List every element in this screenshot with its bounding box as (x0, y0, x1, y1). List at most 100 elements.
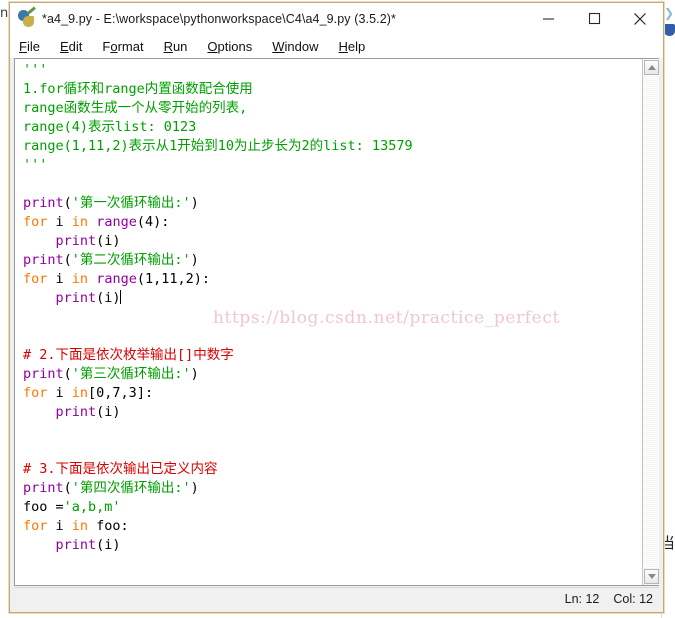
code-line: # 3.下面是依次输出已定义内容 (23, 460, 642, 479)
close-button[interactable] (617, 3, 663, 34)
desktop-chevron-icon: ❯ (663, 6, 674, 20)
code-token: range (96, 214, 137, 230)
scroll-down-button[interactable] (644, 569, 659, 584)
code-token: ( (63, 252, 72, 268)
code-token: (1,11,2): (136, 271, 210, 287)
code-token: i (47, 214, 72, 230)
code-line: 1.for循环和range内置函数配合使用 (23, 80, 642, 99)
code-token: (i) (96, 290, 121, 306)
code-token: '第三次循环输出:' (71, 366, 191, 382)
code-token: 1.for循环和range内置函数配合使用 (23, 81, 253, 97)
code-token: '第二次循环输出:' (71, 252, 191, 268)
code-token: '第四次循环输出:' (71, 480, 191, 496)
menu-bar: File Edit Format Run Options Window Help (10, 34, 663, 58)
code-line: # 2.下面是依次枚举输出[]中数字 (23, 346, 642, 365)
code-token: ''' (23, 157, 48, 173)
code-token: i (47, 518, 72, 534)
code-token: range函数生成一个从零开始的列表, (23, 100, 248, 116)
menu-item-run[interactable]: Run (164, 39, 188, 54)
python-idle-icon (18, 6, 36, 27)
code-token: range(4)表示list: 0123 (23, 119, 197, 135)
code-line: for i in range(4): (23, 213, 642, 232)
code-token: foo: (88, 518, 129, 534)
minimize-button[interactable] (525, 3, 571, 34)
maximize-button[interactable] (571, 3, 617, 34)
editor-pane: https://blog.csdn.net/practice_perfect '… (14, 58, 659, 586)
menu-item-options[interactable]: Options (207, 39, 252, 54)
code-token: in (71, 214, 89, 230)
code-token: (i) (96, 404, 121, 420)
code-line: for i in foo: (23, 517, 642, 536)
vertical-scrollbar[interactable] (642, 59, 659, 585)
code-token: print (55, 537, 97, 553)
code-line: range(1,11,2)表示从1开始到10为止步长为2的list: 13579 (23, 137, 642, 156)
code-token: '第一次循环输出:' (71, 195, 191, 211)
code-token: ''' (23, 62, 48, 78)
menu-item-format[interactable]: Format (102, 39, 143, 54)
code-token: print (23, 252, 64, 268)
scroll-up-button[interactable] (644, 60, 659, 75)
code-token: # 2.下面是依次枚举输出[]中数字 (23, 347, 234, 363)
code-line: foo ='a,b,m' (23, 498, 642, 517)
code-line: print('第三次循环输出:') (23, 365, 642, 384)
desktop-left-glyph: n (0, 6, 9, 21)
code-line: print(i) (23, 403, 642, 422)
code-token: ( (63, 480, 72, 496)
scroll-up-arrow-icon (647, 65, 656, 70)
code-token: for (23, 271, 48, 287)
code-token: i (47, 385, 72, 401)
title-bar[interactable]: *a4_9.py - E:\workspace\pythonworkspace\… (10, 3, 663, 34)
code-token: ) (190, 195, 199, 211)
code-token: foo = (23, 499, 64, 515)
code-token: in (71, 385, 89, 401)
window-title: *a4_9.py - E:\workspace\pythonworkspace\… (42, 11, 397, 26)
code-token: range(1,11,2)表示从1开始到10为止步长为2的list: 13579 (23, 138, 413, 154)
minimize-icon (542, 18, 554, 20)
code-token: print (23, 480, 64, 496)
idle-editor-window: *a4_9.py - E:\workspace\pythonworkspace\… (9, 2, 664, 613)
code-token: 'a,b,m' (63, 499, 121, 515)
code-token: [0,7,3]: (88, 385, 154, 401)
status-bar: Ln: 12 Col: 12 (14, 587, 659, 609)
code-line: print(i) (23, 289, 642, 308)
code-line: range(4)表示list: 0123 (23, 118, 642, 137)
status-column-number: Col: 12 (613, 591, 653, 606)
code-line: for i in[0,7,3]: (23, 384, 642, 403)
code-line: ''' (23, 61, 642, 80)
code-token: for (23, 385, 48, 401)
code-text-area[interactable]: https://blog.csdn.net/practice_perfect '… (15, 59, 642, 585)
code-token: # 3.下面是依次输出已定义内容 (23, 461, 218, 477)
scroll-down-arrow-icon (647, 574, 656, 579)
code-token: for (23, 518, 48, 534)
code-token: print (55, 290, 97, 306)
text-caret (119, 290, 121, 304)
menu-item-window[interactable]: Window (272, 39, 318, 54)
code-line: range函数生成一个从零开始的列表, (23, 99, 642, 118)
code-token: (i) (96, 537, 121, 553)
menu-item-help[interactable]: Help (339, 39, 366, 54)
code-token: i (47, 271, 72, 287)
code-token: for (23, 214, 48, 230)
source-code[interactable]: ''' 1.for循环和range内置函数配合使用 range函数生成一个从零开始的… (23, 61, 642, 555)
window-controls (525, 3, 663, 34)
code-token: ( (63, 195, 72, 211)
code-line: print('第四次循环输出:') (23, 479, 642, 498)
code-token: (4): (136, 214, 170, 230)
code-token: print (55, 233, 97, 249)
menu-item-edit[interactable]: Edit (60, 39, 82, 54)
code-line: for i in range(1,11,2): (23, 270, 642, 289)
code-token: print (23, 195, 64, 211)
code-line: ''' (23, 156, 642, 175)
status-line-number: Ln: 12 (564, 591, 600, 606)
maximize-icon (588, 12, 600, 25)
menu-item-file[interactable]: File (19, 39, 40, 54)
code-token: in (71, 271, 89, 287)
code-token: ) (190, 366, 199, 382)
